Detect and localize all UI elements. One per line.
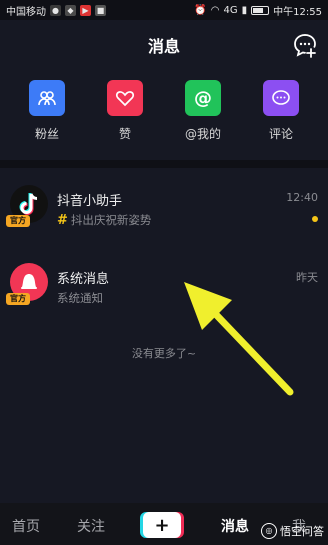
message-item-system[interactable]: 官方 系统消息 系统通知 昨天 — [0, 248, 328, 318]
action-comments[interactable]: 评论 — [246, 80, 316, 150]
action-label: 评论 — [268, 127, 293, 141]
notification-icon: ● — [50, 4, 61, 16]
app-icon: ■ — [95, 4, 106, 16]
message-title: 抖音小助手 — [57, 194, 123, 209]
alarm-icon: ⏰ — [194, 4, 207, 16]
no-more-label: 没有更多了~ — [131, 347, 197, 360]
message-preview: 系统通知 — [57, 291, 103, 305]
action-label: @我的 — [184, 127, 221, 141]
heart-icon — [107, 80, 143, 116]
message-title: 系统消息 — [57, 272, 110, 287]
header: 消息 — [0, 20, 328, 70]
message-item-assistant[interactable]: 官方 抖音小助手 # 抖出庆祝新姿势 12:40 — [0, 170, 328, 240]
signal-icon: ▮ — [241, 4, 248, 16]
message-preview: 抖出庆祝新姿势 — [70, 213, 152, 227]
app-icon: ◆ — [65, 4, 76, 16]
battery-icon — [251, 5, 270, 15]
comment-icon — [263, 80, 299, 116]
page-title: 消息 — [147, 37, 180, 56]
message-subtitle: 系统通知 — [57, 290, 103, 306]
hashtag-icon: # — [57, 212, 68, 228]
status-bar: 中国移动 ● ◆ ▶ ■ ⏰ ◠ 4G ▮ 中午12:55 — [0, 0, 328, 20]
action-label: 赞 — [118, 127, 131, 141]
message-time: 12:40 — [286, 191, 318, 204]
action-label: 粉丝 — [34, 127, 59, 141]
wifi-icon: ◠ — [210, 4, 220, 16]
official-badge: 官方 — [6, 215, 30, 227]
wukong-logo-icon: ◎ — [261, 523, 277, 539]
fans-icon — [29, 80, 65, 116]
message-subtitle: # 抖出庆祝新姿势 — [57, 212, 151, 228]
action-mentions[interactable]: @ @我的 — [168, 80, 238, 150]
action-fans[interactable]: 粉丝 — [12, 80, 82, 150]
unread-dot — [312, 216, 318, 222]
status-left: 中国移动 ● ◆ ▶ ■ — [6, 3, 106, 18]
at-icon: @ — [185, 80, 221, 116]
nav-follow[interactable]: 关注 — [77, 516, 105, 536]
time-label: 中午12:55 — [273, 6, 322, 18]
quick-actions: 粉丝 赞 @ @我的 评论 — [0, 80, 328, 150]
watermark-text: 悟空问答 — [280, 525, 324, 538]
official-badge: 官方 — [6, 293, 30, 305]
nav-home[interactable]: 首页 — [12, 516, 40, 536]
action-likes[interactable]: 赞 — [90, 80, 160, 150]
message-time: 昨天 — [296, 271, 318, 284]
status-right: ⏰ ◠ 4G ▮ 中午12:55 — [194, 3, 322, 18]
nav-messages[interactable]: 消息 — [221, 516, 249, 536]
watermark: ◎ 悟空问答 — [261, 523, 324, 539]
bottom-nav: 首页 关注 + 消息 我 ◎ 悟空问答 — [0, 503, 328, 545]
plus-icon: + — [154, 514, 170, 536]
chat-bubble-plus-icon[interactable] — [292, 32, 318, 58]
create-button[interactable]: + — [143, 512, 181, 538]
section-divider — [0, 160, 328, 168]
carrier-label: 中国移动 — [6, 6, 46, 18]
network-label: 4G — [223, 4, 238, 16]
app-icon: ▶ — [80, 4, 91, 16]
